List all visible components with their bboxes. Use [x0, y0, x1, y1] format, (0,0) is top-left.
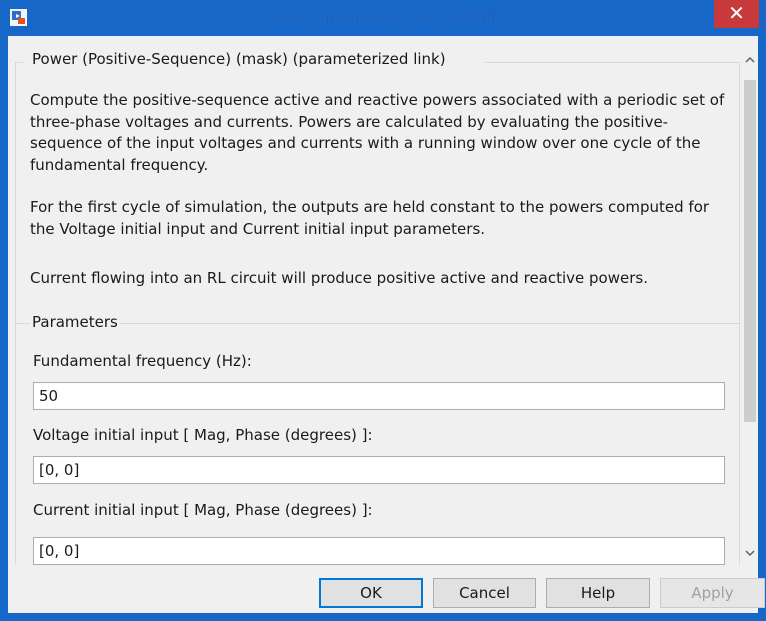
- description-text: Current flowing into an RL circuit will …: [30, 269, 648, 287]
- current-initial-input-label: Current initial input [ Mag, Phase (degr…: [33, 501, 373, 519]
- voltage-initial-input-label: Voltage initial input [ Mag, Phase (degr…: [33, 426, 373, 444]
- ok-button[interactable]: OK: [319, 578, 423, 608]
- apply-button[interactable]: Apply: [660, 578, 765, 608]
- description-paragraph-1: Compute the positive-sequence active and…: [30, 90, 730, 176]
- window-title: Block Parameters: P&Q ÖLÇÜM: [266, 9, 500, 27]
- close-button[interactable]: ✕: [714, 0, 759, 28]
- description-text: Compute the positive-sequence active and…: [30, 91, 725, 174]
- parameters-group-legend: Parameters: [30, 313, 120, 331]
- vertical-scrollbar[interactable]: [742, 36, 758, 565]
- scrollbar-thumb[interactable]: [744, 80, 756, 422]
- fundamental-frequency-input[interactable]: [33, 382, 725, 410]
- description-group-legend: Power (Positive-Sequence) (mask) (parame…: [30, 50, 448, 68]
- dialog-client-area: Power (Positive-Sequence) (mask) (parame…: [8, 36, 765, 613]
- title-bar[interactable]: Block Parameters: P&Q ÖLÇÜM ✕: [0, 0, 766, 36]
- description-paragraph-2: For the first cycle of simulation, the o…: [30, 197, 730, 240]
- help-button[interactable]: Help: [546, 578, 650, 608]
- voltage-initial-input-field[interactable]: [33, 456, 725, 484]
- scrollable-content: Power (Positive-Sequence) (mask) (parame…: [8, 36, 742, 565]
- fundamental-frequency-label: Fundamental frequency (Hz):: [33, 352, 252, 370]
- current-initial-input-field[interactable]: [33, 537, 725, 565]
- dialog-window: Block Parameters: P&Q ÖLÇÜM ✕ Power (Pos…: [0, 0, 766, 621]
- chevron-up-icon[interactable]: [742, 52, 758, 69]
- close-icon: ✕: [728, 1, 745, 25]
- description-paragraph-3: Current flowing into an RL circuit will …: [30, 268, 730, 290]
- cancel-button[interactable]: Cancel: [433, 578, 536, 608]
- description-text: For the first cycle of simulation, the o…: [30, 198, 710, 238]
- chevron-down-icon[interactable]: [742, 544, 758, 561]
